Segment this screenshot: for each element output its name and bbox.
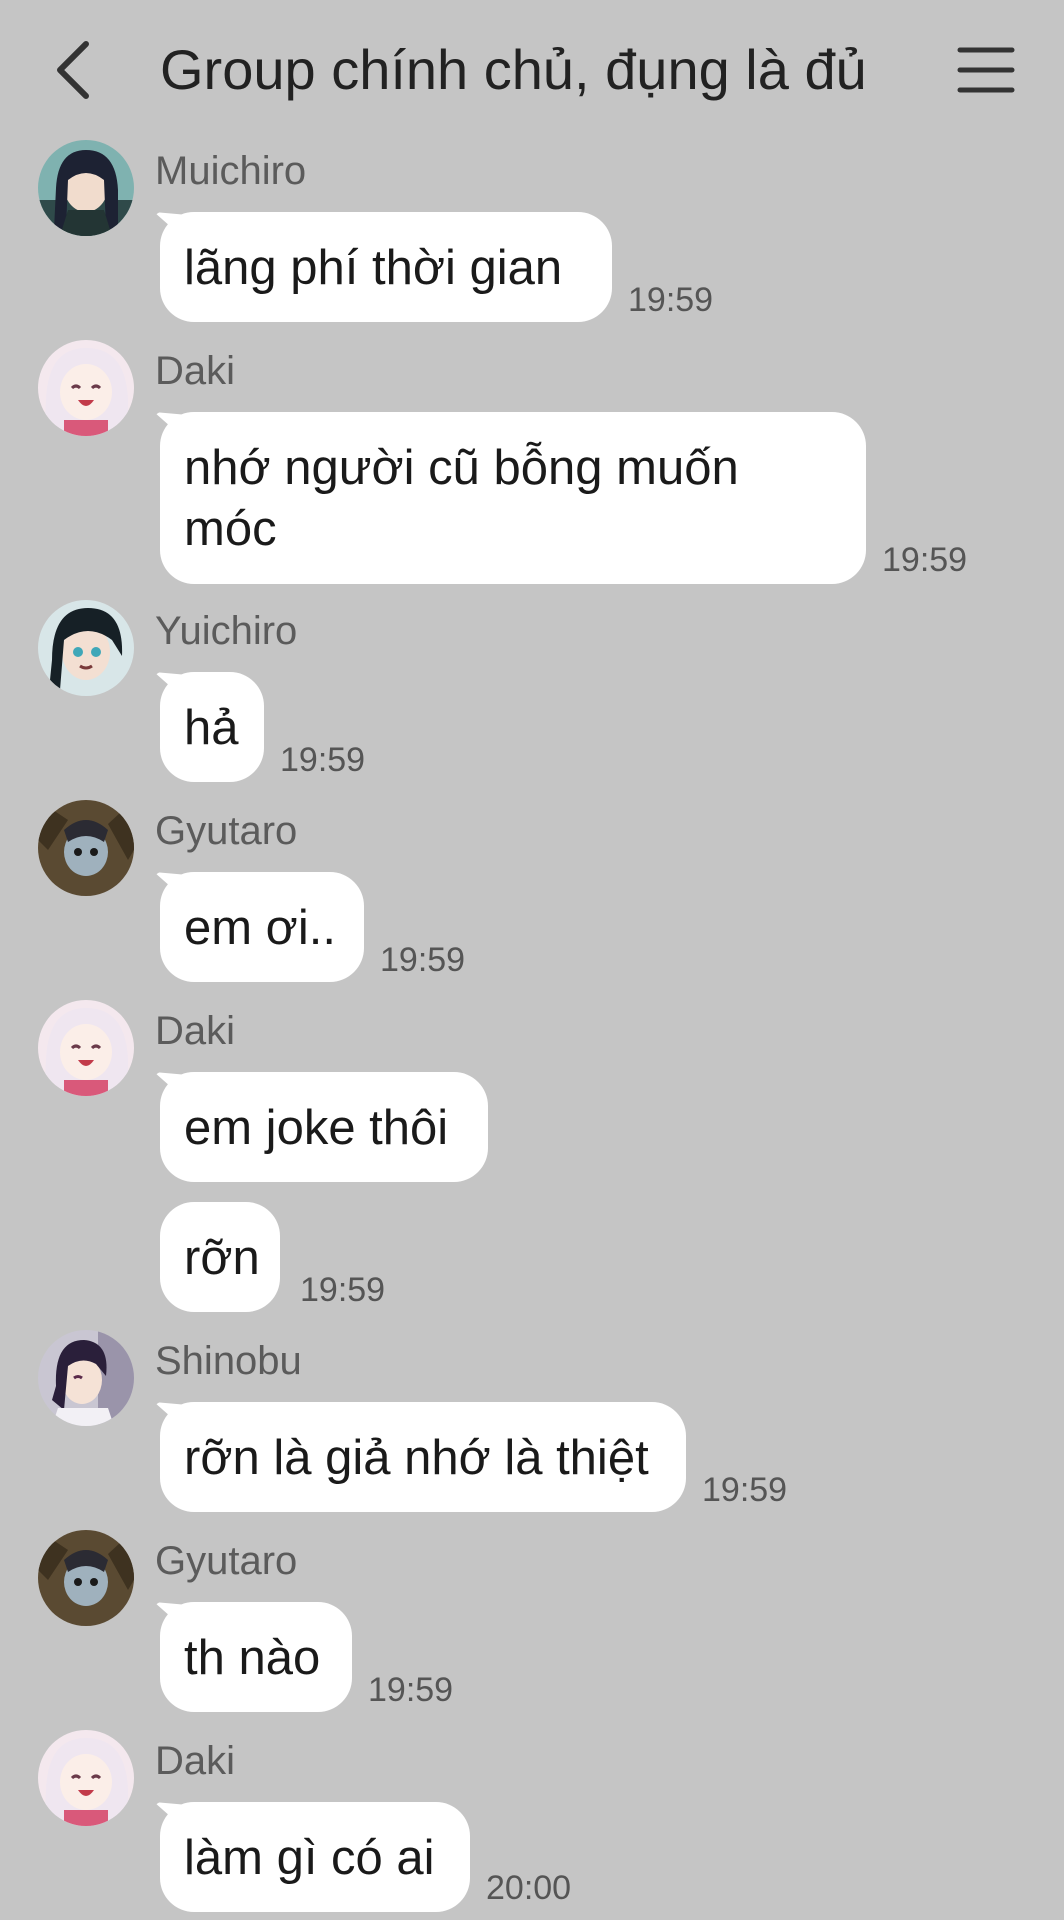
message-text: hả [184,701,239,755]
avatar-daki[interactable] [38,1000,134,1096]
avatar-gyutaro[interactable] [38,800,134,896]
message-bubble[interactable]: em joke thôi [160,1072,488,1182]
avatar-daki[interactable] [38,1730,134,1826]
sender-name: Gyutaro [155,1539,298,1583]
message-bubble[interactable]: rỡn [160,1202,280,1312]
message-timestamp: 19:59 [628,281,714,319]
message-text: làm gì có ai [184,1831,435,1885]
message-bubble[interactable]: nhớ người cũ bỗng muốn móc [160,412,866,584]
message-bubble[interactable]: lãng phí thời gian [160,212,612,322]
avatar-gyutaro[interactable] [38,1530,134,1626]
sender-name: Daki [155,1009,236,1053]
message-timestamp: 19:59 [300,1271,386,1309]
message-text: nhớ người cũ bỗng muốn móc [184,441,739,556]
sender-name: Shinobu [155,1339,302,1383]
sender-name: Yuichiro [155,609,298,653]
chat-header: Group chính chủ, đụng là đủ [0,0,1064,138]
back-button[interactable] [48,36,104,104]
message-bubble[interactable]: làm gì có ai [160,1802,470,1912]
message-timestamp: 20:00 [486,1869,572,1907]
message-timestamp: 19:59 [702,1471,788,1509]
message-text: em joke thôi [184,1101,449,1155]
message-text: lãng phí thời gian [184,241,563,295]
message-timestamp: 19:59 [280,741,366,779]
sender-name: Muichiro [155,149,307,193]
message-timestamp: 19:59 [368,1671,454,1709]
message-bubble[interactable]: em ơi.. [160,872,364,982]
avatar-shinobu[interactable] [38,1330,134,1426]
message-timestamp: 19:59 [882,541,968,579]
sender-name: Gyutaro [155,809,298,853]
sender-name: Daki [155,1739,236,1783]
sender-name: Daki [155,349,236,393]
hamburger-menu-icon [957,47,1015,93]
message-text: rỡn là giả nhớ là thiệt [184,1431,649,1485]
message-text: em ơi.. [184,901,336,955]
chevron-left-icon [57,41,89,99]
message-bubble[interactable]: hả [160,672,264,782]
message-timestamp: 19:59 [380,941,466,979]
message-bubble[interactable]: rỡn là giả nhớ là thiệt [160,1402,686,1512]
message-text: th nào [184,1631,321,1685]
message-bubble[interactable]: th nào [160,1602,352,1712]
avatar-daki[interactable] [38,340,134,436]
message-text: rỡn [184,1231,260,1285]
avatar-muichiro[interactable] [38,140,134,236]
avatar-yuichiro[interactable] [38,600,134,696]
menu-button[interactable] [956,44,1016,96]
chat-title: Group chính chủ, đụng là đủ [160,38,867,101]
